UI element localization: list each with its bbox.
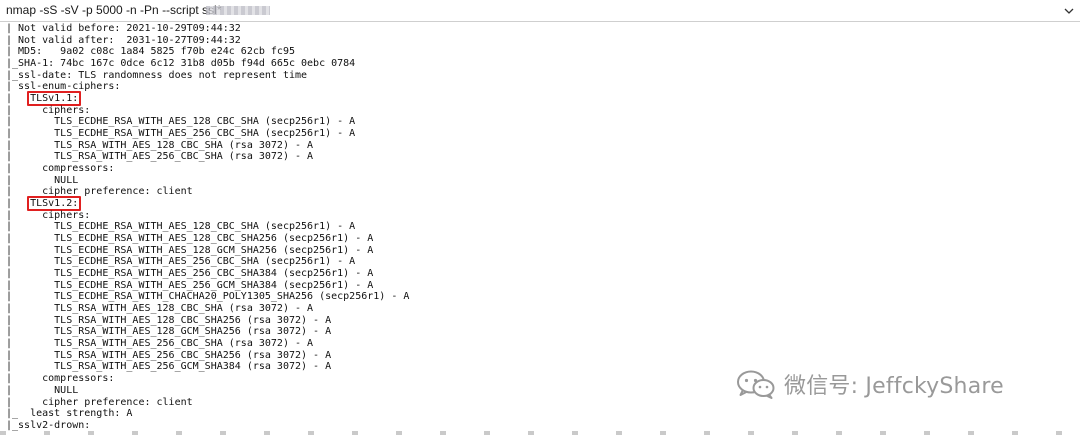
output-line-tlsv12: | TLSv1.2:: [6, 196, 1080, 211]
output-line: | TLS_ECDHE_RSA_WITH_AES_128_GCM_SHA256 …: [6, 244, 374, 256]
redacted-target: [206, 6, 270, 15]
output-line: |_SHA-1: 74bc 167c 0dce 6c12 31b8 d05b f…: [6, 58, 356, 70]
output-line: | MD5: 9a02 c08c 1a84 5825 f70b e24c 62c…: [6, 46, 295, 58]
watermark: 微信号: JeffckyShare: [736, 367, 1004, 401]
output-line: | NULL: [6, 174, 79, 186]
output-line: | TLS_RSA_WITH_AES_128_GCM_SHA256 (rsa 3…: [6, 326, 332, 338]
output-line: | TLS_ECDHE_RSA_WITH_AES_256_CBC_SHA (se…: [6, 256, 356, 268]
output-line: |_ least strength: A: [6, 408, 133, 420]
command-dropdown-button[interactable]: [1060, 0, 1078, 21]
output-line: |_ssl-date: TLS randomness does not repr…: [6, 69, 308, 81]
output-line: | TLS_RSA_WITH_AES_128_CBC_SHA (rsa 3072…: [6, 139, 314, 151]
output-line: | ciphers:: [6, 104, 91, 116]
clipped-next-line: [0, 431, 1080, 435]
watermark-text: 微信号: JeffckyShare: [784, 374, 1004, 399]
output-line: | TLS_ECDHE_RSA_WITH_AES_256_CBC_SHA (se…: [6, 128, 356, 140]
output-line: | TLS_ECDHE_RSA_WITH_CHACHA20_POLY1305_S…: [6, 291, 410, 303]
chevron-down-icon: [1064, 8, 1074, 14]
output-line: |_sslv2-drown:: [6, 419, 91, 431]
wechat-icon: [737, 370, 775, 399]
output-line: | Not valid after: 2031-10-27T09:44:32: [6, 34, 241, 46]
output-line: | ciphers:: [6, 209, 91, 221]
output-line: | TLS_ECDHE_RSA_WITH_AES_128_CBC_SHA256 …: [6, 233, 374, 245]
output-line-tlsv11: | TLSv1.1:: [6, 91, 1080, 106]
output-line: | TLS_RSA_WITH_AES_256_CBC_SHA (rsa 3072…: [6, 338, 314, 350]
tlsv11-highlight: TLSv1.1:: [27, 91, 82, 106]
output-line: | TLS_ECDHE_RSA_WITH_AES_256_GCM_SHA384 …: [6, 279, 374, 291]
output-line: | Not valid before: 2021-10-29T09:44:32: [6, 23, 241, 34]
output-line: | TLS_RSA_WITH_AES_256_CBC_SHA (rsa 3072…: [6, 151, 314, 163]
command-bar: [0, 0, 1080, 22]
output-line: | TLS_ECDHE_RSA_WITH_AES_256_CBC_SHA384 …: [6, 268, 374, 280]
tlsv12-highlight: TLSv1.2:: [27, 196, 82, 211]
output-line: | TLS_RSA_WITH_AES_256_CBC_SHA256 (rsa 3…: [6, 349, 332, 361]
command-input[interactable]: [0, 0, 1058, 21]
output-line: | compressors:: [6, 163, 115, 175]
output-line: | cipher preference: client: [6, 186, 193, 198]
output-line: | TLS_RSA_WITH_AES_128_CBC_SHA256 (rsa 3…: [6, 314, 332, 326]
output-line: | TLS_RSA_WITH_AES_128_CBC_SHA (rsa 3072…: [6, 303, 314, 315]
output-line: | ssl-enum-ciphers:: [6, 81, 121, 93]
output-line: | TLS_ECDHE_RSA_WITH_AES_128_CBC_SHA (se…: [6, 221, 356, 233]
output-line: | TLS_ECDHE_RSA_WITH_AES_128_CBC_SHA (se…: [6, 116, 356, 128]
